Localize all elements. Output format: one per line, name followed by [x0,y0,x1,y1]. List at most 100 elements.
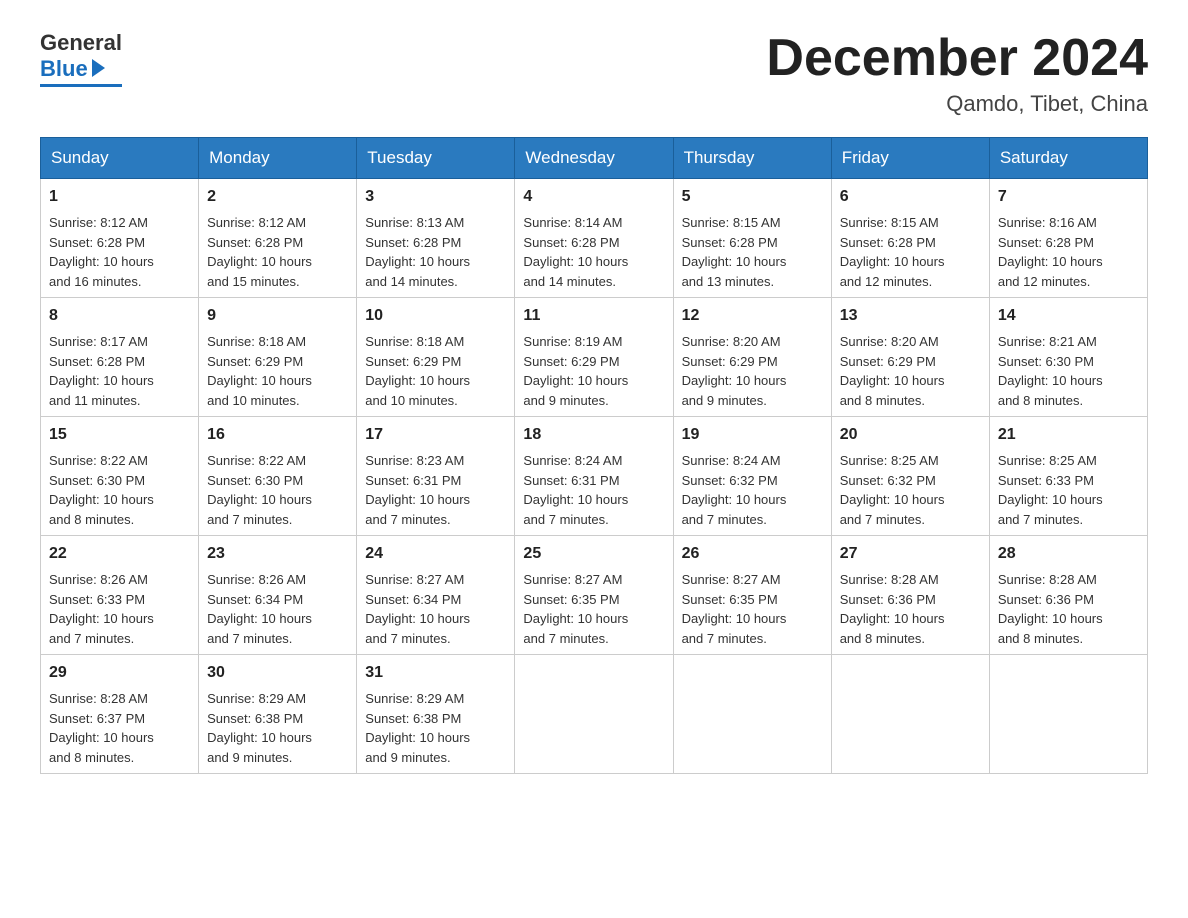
day-number: 16 [207,423,348,447]
calendar-week-2: 8 Sunrise: 8:17 AMSunset: 6:28 PMDaylight… [41,298,1148,417]
weekday-header-sunday: Sunday [41,138,199,179]
calendar-cell: 3 Sunrise: 8:13 AMSunset: 6:28 PMDaylight… [357,179,515,298]
calendar-cell [673,655,831,774]
day-info: Sunrise: 8:25 AMSunset: 6:33 PMDaylight:… [998,451,1139,529]
day-number: 17 [365,423,506,447]
day-number: 6 [840,185,981,209]
calendar-cell [831,655,989,774]
day-number: 9 [207,304,348,328]
day-info: Sunrise: 8:12 AMSunset: 6:28 PMDaylight:… [207,213,348,291]
logo-arrow-icon [92,59,105,77]
day-number: 12 [682,304,823,328]
logo-blue-text: Blue [40,56,88,82]
day-number: 30 [207,661,348,685]
calendar-cell: 25Sunrise: 8:27 AMSunset: 6:35 PMDayligh… [515,536,673,655]
day-number: 31 [365,661,506,685]
calendar-cell: 31Sunrise: 8:29 AMSunset: 6:38 PMDayligh… [357,655,515,774]
calendar-week-3: 15 Sunrise: 8:22 AMSunset: 6:30 PMDayligh… [41,417,1148,536]
day-number: 26 [682,542,823,566]
day-number: 13 [840,304,981,328]
day-info: Sunrise: 8:19 AMSunset: 6:29 PMDaylight:… [523,332,664,410]
day-info: Sunrise: 8:18 AMSunset: 6:29 PMDaylight:… [365,332,506,410]
day-number: 25 [523,542,664,566]
day-info: Sunrise: 8:26 AMSunset: 6:34 PMDaylight:… [207,570,348,648]
day-info: Sunrise: 8:27 AMSunset: 6:35 PMDaylight:… [682,570,823,648]
calendar-cell: 2 Sunrise: 8:12 AMSunset: 6:28 PMDaylight… [199,179,357,298]
calendar-cell: 8 Sunrise: 8:17 AMSunset: 6:28 PMDaylight… [41,298,199,417]
day-number: 3 [365,185,506,209]
calendar-cell: 4 Sunrise: 8:14 AMSunset: 6:28 PMDaylight… [515,179,673,298]
day-number: 23 [207,542,348,566]
calendar-cell: 9 Sunrise: 8:18 AMSunset: 6:29 PMDaylight… [199,298,357,417]
title-area: December 2024 Qamdo, Tibet, China [766,30,1148,117]
day-info: Sunrise: 8:25 AMSunset: 6:32 PMDaylight:… [840,451,981,529]
calendar-cell: 23 Sunrise: 8:26 AMSunset: 6:34 PMDayligh… [199,536,357,655]
calendar-cell: 29 Sunrise: 8:28 AMSunset: 6:37 PMDayligh… [41,655,199,774]
calendar-cell: 28Sunrise: 8:28 AMSunset: 6:36 PMDayligh… [989,536,1147,655]
calendar-cell: 22Sunrise: 8:26 AMSunset: 6:33 PMDayligh… [41,536,199,655]
day-info: Sunrise: 8:15 AMSunset: 6:28 PMDaylight:… [682,213,823,291]
calendar-cell: 14 Sunrise: 8:21 AMSunset: 6:30 PMDayligh… [989,298,1147,417]
logo-underline [40,84,122,87]
location-title: Qamdo, Tibet, China [766,91,1148,117]
month-title: December 2024 [766,30,1148,87]
day-number: 4 [523,185,664,209]
calendar-cell: 6 Sunrise: 8:15 AMSunset: 6:28 PMDaylight… [831,179,989,298]
calendar-week-5: 29 Sunrise: 8:28 AMSunset: 6:37 PMDayligh… [41,655,1148,774]
calendar-cell [989,655,1147,774]
day-number: 8 [49,304,190,328]
calendar-cell: 12 Sunrise: 8:20 AMSunset: 6:29 PMDayligh… [673,298,831,417]
day-number: 15 [49,423,190,447]
day-info: Sunrise: 8:14 AMSunset: 6:28 PMDaylight:… [523,213,664,291]
day-number: 22 [49,542,190,566]
day-info: Sunrise: 8:13 AMSunset: 6:28 PMDaylight:… [365,213,506,291]
day-number: 21 [998,423,1139,447]
day-info: Sunrise: 8:18 AMSunset: 6:29 PMDaylight:… [207,332,348,410]
logo: General Blue [40,30,122,87]
page-header: General Blue December 2024 Qamdo, Tibet,… [40,30,1148,117]
calendar-cell: 15 Sunrise: 8:22 AMSunset: 6:30 PMDayligh… [41,417,199,536]
day-number: 7 [998,185,1139,209]
day-info: Sunrise: 8:24 AMSunset: 6:31 PMDaylight:… [523,451,664,529]
day-info: Sunrise: 8:20 AMSunset: 6:29 PMDaylight:… [682,332,823,410]
calendar-cell: 26 Sunrise: 8:27 AMSunset: 6:35 PMDayligh… [673,536,831,655]
day-number: 29 [49,661,190,685]
calendar-cell: 27Sunrise: 8:28 AMSunset: 6:36 PMDayligh… [831,536,989,655]
day-number: 1 [49,185,190,209]
calendar-cell: 20 Sunrise: 8:25 AMSunset: 6:32 PMDayligh… [831,417,989,536]
day-number: 14 [998,304,1139,328]
day-number: 10 [365,304,506,328]
calendar-cell: 13Sunrise: 8:20 AMSunset: 6:29 PMDayligh… [831,298,989,417]
calendar-cell: 21 Sunrise: 8:25 AMSunset: 6:33 PMDayligh… [989,417,1147,536]
day-info: Sunrise: 8:16 AMSunset: 6:28 PMDaylight:… [998,213,1139,291]
calendar-cell: 18Sunrise: 8:24 AMSunset: 6:31 PMDayligh… [515,417,673,536]
calendar-cell: 10 Sunrise: 8:18 AMSunset: 6:29 PMDayligh… [357,298,515,417]
day-info: Sunrise: 8:28 AMSunset: 6:37 PMDaylight:… [49,689,190,767]
day-info: Sunrise: 8:17 AMSunset: 6:28 PMDaylight:… [49,332,190,410]
logo-general-text: General [40,30,122,56]
day-number: 20 [840,423,981,447]
weekday-header-tuesday: Tuesday [357,138,515,179]
weekday-header-monday: Monday [199,138,357,179]
calendar-cell: 5 Sunrise: 8:15 AMSunset: 6:28 PMDaylight… [673,179,831,298]
day-info: Sunrise: 8:22 AMSunset: 6:30 PMDaylight:… [49,451,190,529]
day-number: 5 [682,185,823,209]
day-number: 2 [207,185,348,209]
day-info: Sunrise: 8:15 AMSunset: 6:28 PMDaylight:… [840,213,981,291]
day-info: Sunrise: 8:24 AMSunset: 6:32 PMDaylight:… [682,451,823,529]
day-number: 24 [365,542,506,566]
calendar-cell: 7 Sunrise: 8:16 AMSunset: 6:28 PMDaylight… [989,179,1147,298]
day-info: Sunrise: 8:27 AMSunset: 6:34 PMDaylight:… [365,570,506,648]
day-number: 11 [523,304,664,328]
calendar-table: SundayMondayTuesdayWednesdayThursdayFrid… [40,137,1148,774]
day-info: Sunrise: 8:21 AMSunset: 6:30 PMDaylight:… [998,332,1139,410]
day-number: 19 [682,423,823,447]
weekday-header-wednesday: Wednesday [515,138,673,179]
calendar-week-1: 1 Sunrise: 8:12 AMSunset: 6:28 PMDaylight… [41,179,1148,298]
calendar-cell: 19 Sunrise: 8:24 AMSunset: 6:32 PMDayligh… [673,417,831,536]
weekday-header-row: SundayMondayTuesdayWednesdayThursdayFrid… [41,138,1148,179]
calendar-cell: 1 Sunrise: 8:12 AMSunset: 6:28 PMDaylight… [41,179,199,298]
day-info: Sunrise: 8:28 AMSunset: 6:36 PMDaylight:… [998,570,1139,648]
calendar-cell: 17Sunrise: 8:23 AMSunset: 6:31 PMDayligh… [357,417,515,536]
day-info: Sunrise: 8:12 AMSunset: 6:28 PMDaylight:… [49,213,190,291]
